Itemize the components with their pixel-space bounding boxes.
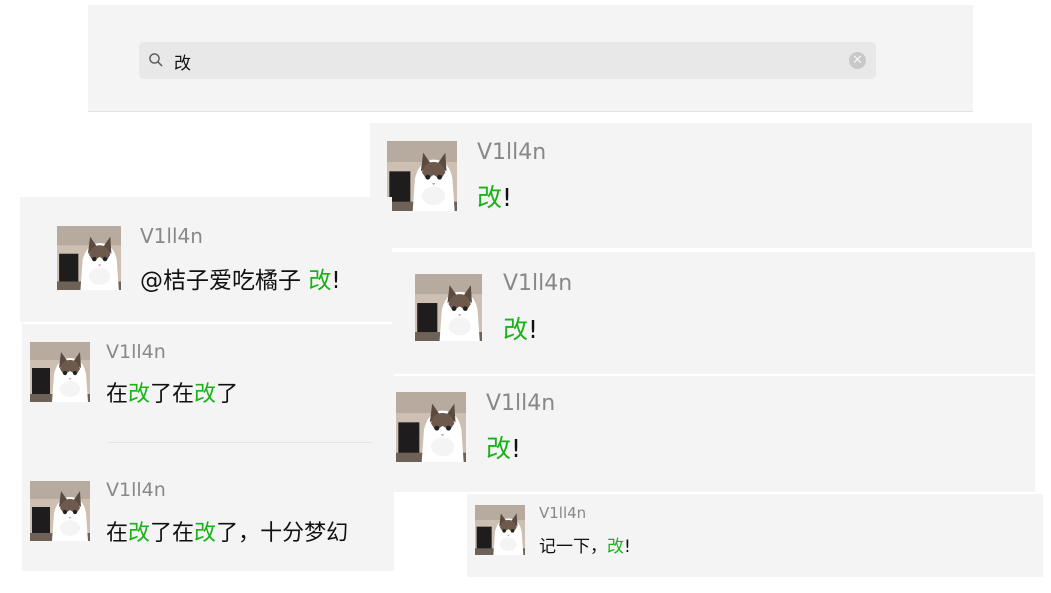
search-result-card[interactable]: V1ll4n 记一下，改! [467, 494, 1043, 577]
message-text-segment: ! [331, 268, 341, 294]
highlighted-keyword: 改 [128, 521, 151, 546]
message-text: 改! [503, 310, 538, 346]
avatar [475, 505, 525, 555]
message-text-segment: 记一下， [539, 537, 607, 557]
message-text: 在改了在改了 [106, 376, 238, 408]
clear-search-icon[interactable]: ✕ [849, 52, 866, 69]
search-result-card[interactable]: V1ll4n 在改了在改了 [22, 324, 394, 443]
message-text-segment: ! [624, 537, 631, 557]
search-result-card[interactable]: V1ll4n 改! [392, 252, 1035, 374]
highlighted-keyword: 改 [308, 268, 332, 294]
sender-name: V1ll4n [539, 504, 587, 522]
message-text-segment: 了在 [150, 382, 195, 407]
avatar [57, 226, 121, 290]
message-text-segment: 在 [106, 521, 129, 546]
message-text-segment: ! [511, 434, 522, 463]
search-icon [148, 52, 164, 68]
highlighted-keyword: 改 [486, 434, 512, 463]
search-query-text: 改 [174, 54, 191, 74]
highlighted-keyword: 改 [128, 382, 151, 407]
sender-name: V1ll4n [140, 224, 203, 248]
message-text: @桔子爱吃橘子 改! [140, 261, 341, 295]
message-text-segment: 了，十分梦幻 [216, 521, 349, 546]
highlighted-keyword: 改 [477, 183, 503, 212]
highlighted-keyword: 改 [503, 315, 529, 344]
message-text: 改! [486, 429, 521, 465]
sender-name: V1ll4n [477, 140, 547, 165]
search-input[interactable]: 改 ✕ [139, 42, 876, 79]
search-result-card[interactable]: V1ll4n @桔子爱吃橘子 改! [20, 197, 392, 322]
highlighted-keyword: 改 [607, 537, 624, 557]
message-text-segment: 了 [216, 382, 239, 407]
message-text: 在改了在改了，十分梦幻 [106, 515, 348, 547]
message-text-segment: ! [502, 183, 513, 212]
message-text-segment: 在 [106, 382, 129, 407]
avatar [387, 141, 457, 211]
avatar [30, 342, 90, 402]
sender-name: V1ll4n [503, 271, 573, 296]
message-text-segment: ! [528, 315, 539, 344]
avatar [30, 481, 90, 541]
search-result-card[interactable]: V1ll4n 在改了在改了，十分梦幻 [22, 443, 394, 571]
message-text-segment: @桔子爱吃橘子 [140, 268, 309, 294]
message-text-segment: 了在 [150, 521, 195, 546]
message-text: 改! [477, 178, 512, 214]
sender-name: V1ll4n [486, 391, 556, 416]
search-panel: 改 ✕ [88, 5, 973, 112]
sender-name: V1ll4n [106, 479, 166, 501]
sender-name: V1ll4n [106, 341, 166, 363]
avatar [396, 392, 466, 462]
highlighted-keyword: 改 [194, 382, 217, 407]
search-result-card[interactable]: V1ll4n 改! [370, 123, 1032, 248]
message-text: 记一下，改! [539, 532, 631, 557]
search-result-card[interactable]: V1ll4n 改! [372, 376, 1035, 492]
avatar [415, 274, 482, 341]
highlighted-keyword: 改 [194, 521, 217, 546]
